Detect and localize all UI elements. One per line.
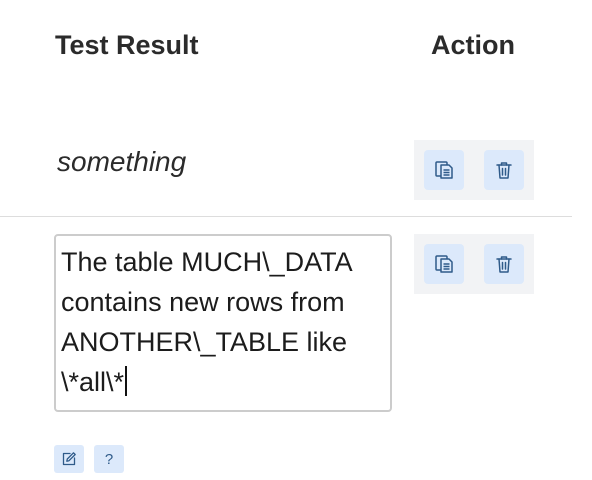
edit-icon bbox=[62, 452, 76, 466]
column-header-action: Action bbox=[431, 30, 515, 60]
row-actions bbox=[414, 140, 534, 200]
copy-button[interactable] bbox=[424, 244, 464, 284]
text-cursor bbox=[125, 366, 128, 396]
help-label: ? bbox=[104, 450, 114, 468]
test-result-editor[interactable]: The table MUCH\_DATA contains new rows f… bbox=[54, 234, 392, 412]
copy-icon bbox=[435, 255, 453, 273]
trash-icon bbox=[496, 162, 512, 179]
row-actions bbox=[414, 234, 534, 294]
row-divider bbox=[0, 216, 572, 217]
delete-button[interactable] bbox=[484, 150, 524, 190]
column-header-test-result: Test Result bbox=[55, 30, 199, 60]
copy-icon bbox=[435, 161, 453, 179]
help-button[interactable]: ? bbox=[94, 445, 124, 473]
trash-icon bbox=[496, 256, 512, 273]
copy-button[interactable] bbox=[424, 150, 464, 190]
edit-button[interactable] bbox=[54, 445, 84, 473]
delete-button[interactable] bbox=[484, 244, 524, 284]
test-result-text: something bbox=[57, 146, 187, 177]
editor-text: The table MUCH\_DATA contains new rows f… bbox=[61, 247, 359, 397]
